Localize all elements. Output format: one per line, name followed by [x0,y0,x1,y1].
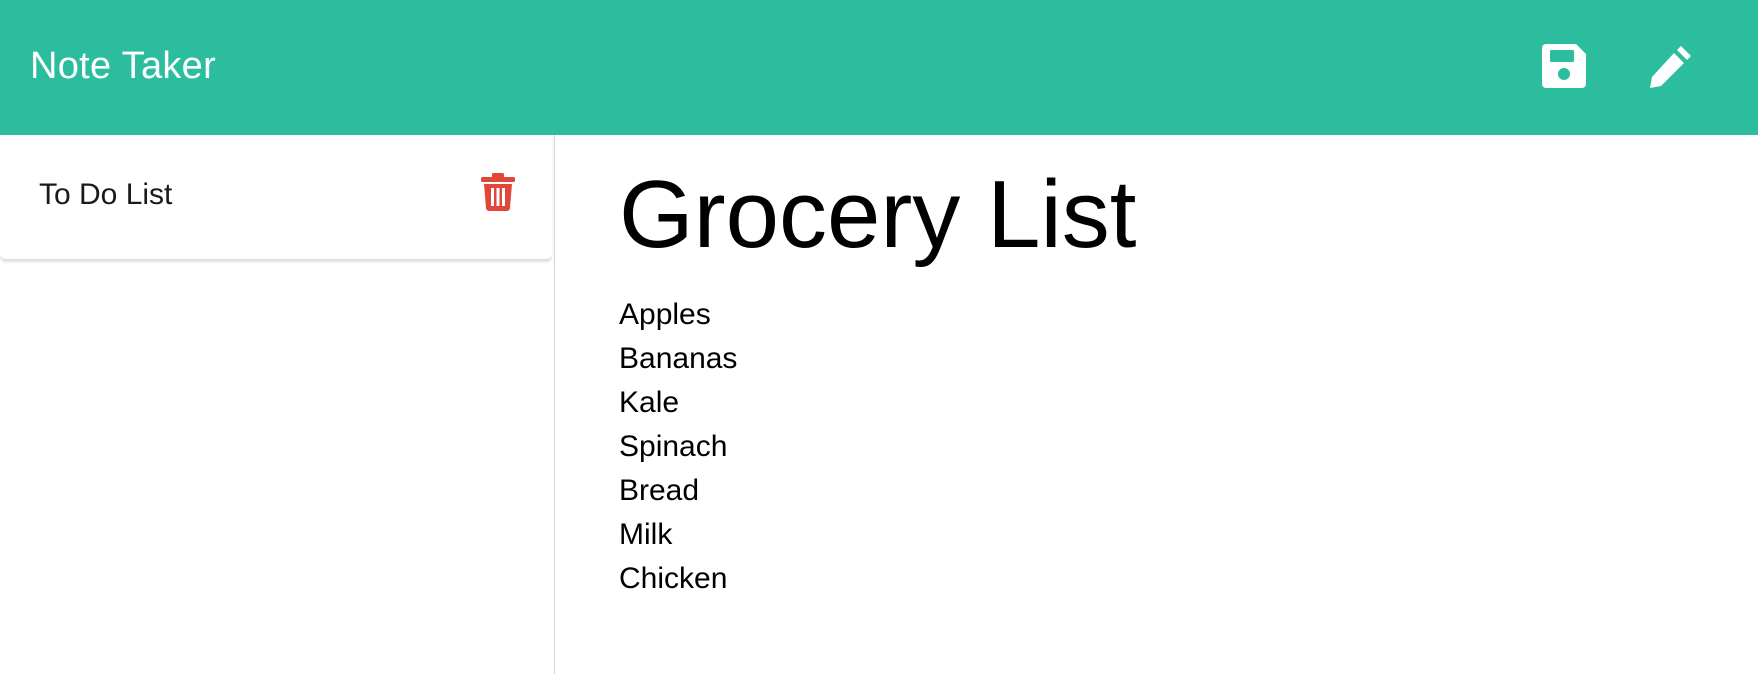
save-icon [1542,44,1586,88]
note-line: Bananas [619,342,738,375]
note-list-item-title[interactable]: To Do List [39,175,172,215]
app-brand[interactable]: Note Taker [30,38,216,94]
new-note-button[interactable] [1645,40,1697,92]
notes-sidebar: To Do List [0,135,555,674]
note-list-item[interactable]: To Do List [0,135,552,260]
note-line: Kale [619,386,680,419]
note-line: Spinach [619,430,728,463]
note-editor: Grocery List Apples Bananas Kale Spinach… [555,135,1758,674]
pencil-icon [1650,46,1691,88]
trash-icon[interactable] [481,173,515,211]
note-line: Chicken [619,562,728,595]
note-text[interactable]: Apples Bananas Kale Spinach Bread Milk C… [619,293,737,601]
note-line: Apples [619,298,711,331]
save-note-button[interactable] [1538,40,1590,92]
note-line: Bread [619,474,700,507]
note-title[interactable]: Grocery List [619,155,1136,275]
navbar: Note Taker [0,0,1758,135]
note-line: Milk [619,518,673,551]
